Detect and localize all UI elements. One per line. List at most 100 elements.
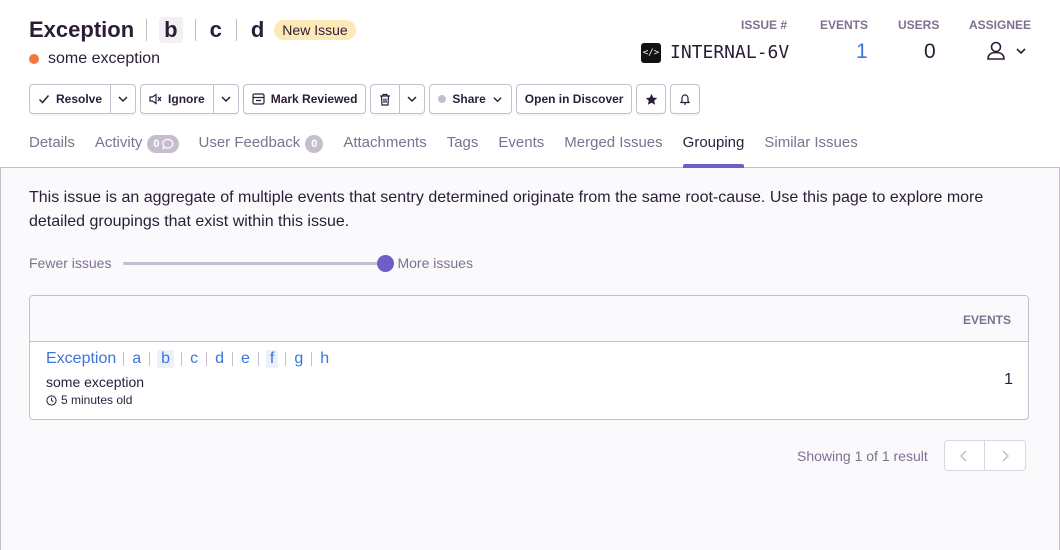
events-column-header: EVENTS [962,313,1011,327]
tab-grouping[interactable]: Grouping [682,134,745,168]
share-status-icon [438,95,447,103]
ignore-button[interactable]: Ignore [140,84,214,114]
mark-reviewed-label: Mark Reviewed [270,92,358,106]
ignore-button-group: Ignore [140,84,239,114]
tab-user-feedback[interactable]: User Feedback 0 [199,134,324,168]
issue-header: Exception b c d New Issue some exception… [0,0,1060,168]
mark-reviewed-button[interactable]: Mark Reviewed [242,84,367,114]
slider-max-label: More issues [397,255,473,271]
group-crumb-c: c [190,350,199,367]
user-icon [987,41,1005,60]
ignore-label: Ignore [168,92,205,106]
group-crumb-a: a [132,350,142,367]
group-title[interactable]: Exception a b c d e f g h [46,350,330,368]
title-crumb-d: d [250,17,265,42]
events-label: EVENTS [820,18,869,32]
delete-button[interactable] [370,84,401,114]
new-issue-badge: New Issue [274,20,356,40]
issue-short-id[interactable]: </> INTERNAL-6V [641,42,789,63]
crumb-separator [285,352,287,366]
delete-button-group [370,84,426,114]
tab-merged-issues[interactable]: Merged Issues [564,134,662,168]
grouping-level-slider-row: Fewer issues More issues [29,253,473,273]
group-message: some exception [46,374,145,390]
crumb-separator [181,352,183,366]
tab-label: Grouping [682,134,745,151]
tab-label: Merged Issues [564,134,663,151]
platform-code-icon: </> [641,42,661,63]
chevron-down-icon [493,96,502,102]
group-crumb-b: b [157,350,175,368]
tab-tags[interactable]: Tags [447,134,479,168]
subscribe-button[interactable] [670,84,701,114]
grouping-description: This issue is an aggregate of multiple e… [29,189,984,230]
crumb-separator [206,352,208,366]
share-button[interactable]: Share [429,84,512,114]
crumb-separator [257,352,259,366]
group-crumb-h: h [320,350,330,367]
open-in-discover-label: Open in Discover [524,92,624,106]
tab-similar-issues[interactable]: Similar Issues [764,134,857,168]
mute-icon [149,93,162,105]
group-age-text: 5 minutes old [61,393,133,407]
resolve-options-button[interactable] [111,84,137,114]
group-title-link[interactable]: Exception [46,350,116,368]
tab-label: Similar Issues [764,134,858,151]
tab-events[interactable]: Events [498,134,544,168]
issue-id-text: INTERNAL-6V [670,42,790,63]
chevron-down-icon [118,96,128,103]
chevron-right-icon [1002,449,1009,462]
crumb-separator [231,352,233,366]
grouping-level-slider[interactable] [123,254,395,272]
tab-label: Tags [446,134,479,151]
next-page-button[interactable] [984,440,1026,471]
ignore-options-button[interactable] [213,84,239,114]
issue-number-label: ISSUE # [741,18,788,32]
chevron-down-icon [407,96,417,103]
chevron-down-icon [1016,48,1026,55]
issue-subtitle-row: some exception [29,50,160,68]
bookmark-button[interactable] [636,84,667,114]
crumb-separator [123,352,125,366]
group-crumb-d: d [215,350,224,367]
slider-min-label: Fewer issues [29,255,112,271]
assignee-label: ASSIGNEE [969,18,1032,32]
delete-options-button[interactable] [400,84,426,114]
slider-handle[interactable] [377,254,395,272]
clock-icon [46,394,57,406]
events-count-link[interactable]: 1 [856,40,868,64]
assignee-selector[interactable] [985,40,1027,62]
previous-page-button[interactable] [943,440,985,471]
panel-header: EVENTS [30,296,1028,342]
star-icon [645,93,658,105]
tab-label: Details [29,134,75,151]
users-count: 0 [924,40,936,63]
resolve-button-group: Resolve [29,84,137,114]
users-label: USERS [898,18,940,32]
tab-label: Activity [94,134,143,151]
open-in-discover-button[interactable]: Open in Discover [515,84,633,114]
tab-activity[interactable]: Activity 0 [95,134,179,168]
issue-title-row: Exception b c d New Issue [29,15,356,45]
chevron-down-icon [221,96,231,103]
tab-label: Attachments [343,134,427,151]
inbox-icon [252,93,265,105]
resolve-button[interactable]: Resolve [29,84,112,114]
tab-details[interactable]: Details [29,134,75,168]
group-events-count: 1 [1004,371,1013,388]
activity-count: 0 [153,138,160,150]
activity-count-badge: 0 [147,135,179,153]
user-feedback-count: 0 [305,135,324,153]
resolve-label: Resolve [56,92,103,106]
group-crumb-g: g [294,350,304,367]
checkmark-icon [38,95,50,104]
pagination-caption: Showing 1 of 1 result [797,447,928,464]
tab-label: Events [498,134,545,151]
issue-title: Exception [29,17,135,42]
tab-attachments[interactable]: Attachments [343,134,426,168]
crumb-separator [235,19,237,41]
share-label: Share [452,92,486,106]
pagination: Showing 1 of 1 result [797,440,1026,471]
title-crumb-b: b [159,17,183,43]
issue-message: some exception [48,50,161,67]
